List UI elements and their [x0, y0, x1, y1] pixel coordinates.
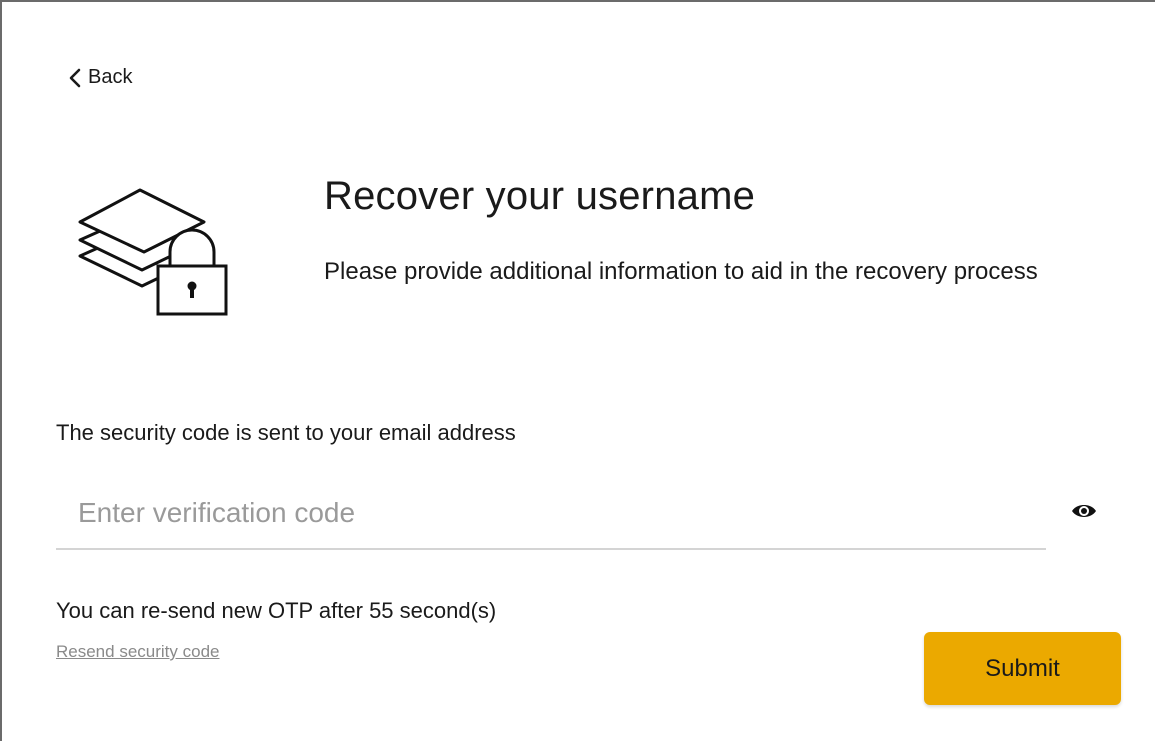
submit-button[interactable]: Submit — [924, 632, 1121, 705]
page-subtitle: Please provide additional information to… — [324, 258, 1038, 285]
chevron-left-icon — [68, 68, 82, 88]
resend-code-link[interactable]: Resend security code — [56, 642, 219, 662]
otp-timer-text: You can re-send new OTP after 55 second(… — [56, 598, 497, 623]
verification-code-field — [56, 480, 1046, 550]
security-code-info: The security code is sent to your email … — [56, 420, 516, 445]
recovery-panel: Back Recover your username Please provid… — [0, 0, 1155, 741]
page-title: Recover your username — [324, 174, 756, 218]
back-label: Back — [88, 66, 133, 88]
back-link[interactable]: Back — [68, 66, 132, 89]
eye-icon[interactable] — [1070, 500, 1098, 522]
layers-lock-icon — [72, 182, 232, 317]
verification-code-input[interactable] — [78, 488, 1018, 538]
